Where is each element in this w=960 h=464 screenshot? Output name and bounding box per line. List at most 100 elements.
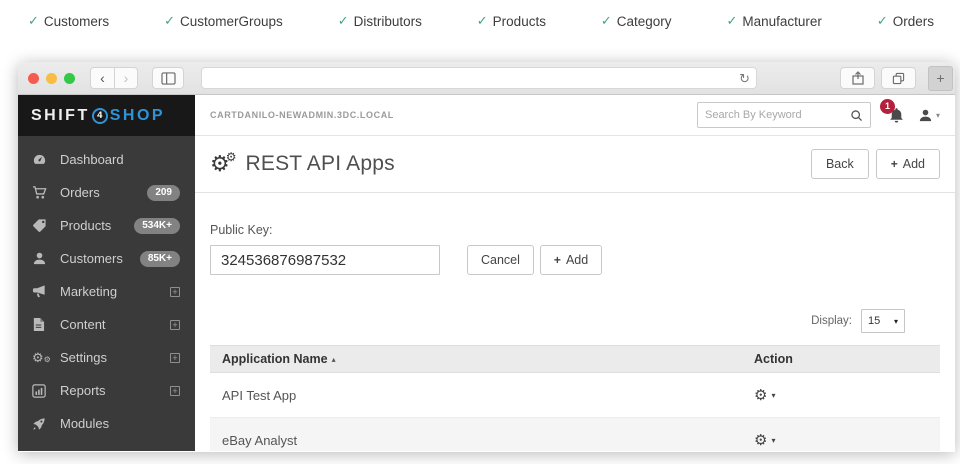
notifications[interactable]: 1 [888,107,905,124]
cart-icon [32,185,49,200]
plus-icon: + [554,253,561,267]
sidebar-item-products[interactable]: Products 534K+ [18,209,195,242]
row-action-menu[interactable]: ⚙ ▾ [754,388,940,403]
sidebar-item-label: Products [60,218,134,233]
gear-icon: ⚙ [754,433,767,448]
account-icon [918,108,933,123]
sidebar-toggle-button[interactable] [152,67,184,89]
logo-four-circle: 4 [92,108,108,124]
display-count-value: 15 [868,315,880,327]
bar-chart-icon [32,384,49,398]
cancel-button[interactable]: Cancel [467,245,534,275]
chevron-down-icon: ▾ [894,317,898,326]
column-application-name[interactable]: Application Name ▴ [222,352,754,366]
back-page-button[interactable]: Back [811,149,869,179]
status-label: Customers [44,14,109,29]
status-label: Category [617,14,672,29]
chevron-down-icon: ▾ [771,391,775,400]
zoom-window-button[interactable] [64,73,75,84]
notification-count-badge: 1 [880,99,895,114]
add-label: Add [903,157,925,171]
check-icon: ✓ [726,13,737,29]
forward-button[interactable]: › [114,68,137,88]
expand-plus-icon[interactable]: + [170,287,180,297]
sidebar-item-marketing[interactable]: Marketing + [18,275,195,308]
browser-chrome: ‹ › ↻ [18,62,955,95]
user-icon [32,251,49,266]
chrome-right-buttons: + [840,66,955,91]
share-button[interactable] [840,67,875,89]
check-icon: ✓ [877,13,888,29]
main-content: CARTDANILO-NEWADMIN.3DC.LOCAL 1 [195,95,955,451]
page-header-buttons: Back + Add [811,149,940,179]
url-input[interactable] [208,72,739,84]
new-tab-button[interactable]: + [928,66,953,91]
products-count-badge: 534K+ [134,218,180,234]
sidebar-item-label: Reports [60,383,170,398]
display-label: Display: [811,315,852,327]
browser-window: ‹ › ↻ [18,62,955,452]
status-label: Manufacturer [742,14,822,29]
status-item-distributors: ✓ Distributors [338,13,422,29]
sidebar-nav: Dashboard Orders 209 Products 534K+ [18,136,195,440]
sidebar-item-label: Marketing [60,284,170,299]
sidebar-item-dashboard[interactable]: Dashboard [18,143,195,176]
search-icon[interactable] [850,109,863,122]
check-icon: ✓ [164,13,175,29]
dashboard-icon [32,152,49,167]
topbar-right: 1 ▾ [697,102,940,128]
public-key-section: Public Key: Cancel + Add [195,193,955,275]
sidebar: SHIFT 4 SHOP Dashboard Orders 209 [18,95,195,451]
app-name: eBay Analyst [222,433,754,448]
sidebar-item-label: Settings [60,350,170,365]
logo-text-shop: SHOP [110,107,165,125]
customers-count-badge: 85K+ [140,251,180,267]
logo-text-shift: SHIFT [31,107,90,125]
shift4shop-logo[interactable]: SHIFT 4 SHOP [18,95,195,136]
back-button[interactable]: ‹ [91,68,114,88]
tab-overview-button[interactable] [881,67,916,89]
display-count-select[interactable]: 15 ▾ [861,309,905,333]
table-header: Application Name ▴ Action [210,345,940,373]
status-label: Orders [893,14,934,29]
rest-api-apps-icon: ⚙ ⚙ [210,153,237,175]
check-icon: ✓ [338,13,349,29]
chevron-down-icon: ▾ [771,436,775,445]
reload-icon[interactable]: ↻ [739,72,750,85]
page-title: REST API Apps [246,152,395,176]
cancel-label: Cancel [481,253,520,267]
status-item-customers: ✓ Customers [28,13,109,29]
expand-plus-icon[interactable]: + [170,320,180,330]
keyword-search[interactable] [697,102,871,128]
display-row: Display: 15 ▾ [195,309,955,333]
search-input[interactable] [705,109,850,121]
page-header: ⚙ ⚙ REST API Apps Back + Add [195,136,955,193]
sidebar-item-content[interactable]: Content + [18,308,195,341]
address-bar[interactable]: ↻ [201,67,757,89]
nav-button-group: ‹ › [90,67,138,89]
sidebar-item-customers[interactable]: Customers 85K+ [18,242,195,275]
account-menu[interactable]: ▾ [918,108,940,123]
sidebar-item-orders[interactable]: Orders 209 [18,176,195,209]
row-action-menu[interactable]: ⚙ ▾ [754,433,940,448]
sidebar-item-settings[interactable]: ⚙⚙ Settings + [18,341,195,374]
sidebar-item-modules[interactable]: Modules [18,407,195,440]
minimize-window-button[interactable] [46,73,57,84]
expand-plus-icon[interactable]: + [170,386,180,396]
admin-shell: SHIFT 4 SHOP Dashboard Orders 209 [18,95,955,451]
megaphone-icon [32,284,49,299]
add-key-button[interactable]: + Add [540,245,602,275]
cogs-icon: ⚙⚙ [32,351,49,364]
sidebar-item-reports[interactable]: Reports + [18,374,195,407]
expand-plus-icon[interactable]: + [170,353,180,363]
public-key-input[interactable] [210,245,440,275]
status-label: Products [493,14,546,29]
status-item-products: ✓ Products [477,13,546,29]
add-app-button[interactable]: + Add [876,149,940,179]
table-row: API Test App ⚙ ▾ [210,373,940,418]
back-label: Back [826,157,854,171]
gear-icon: ⚙ [754,388,767,403]
close-window-button[interactable] [28,73,39,84]
orders-count-badge: 209 [147,185,180,201]
check-icon: ✓ [601,13,612,29]
